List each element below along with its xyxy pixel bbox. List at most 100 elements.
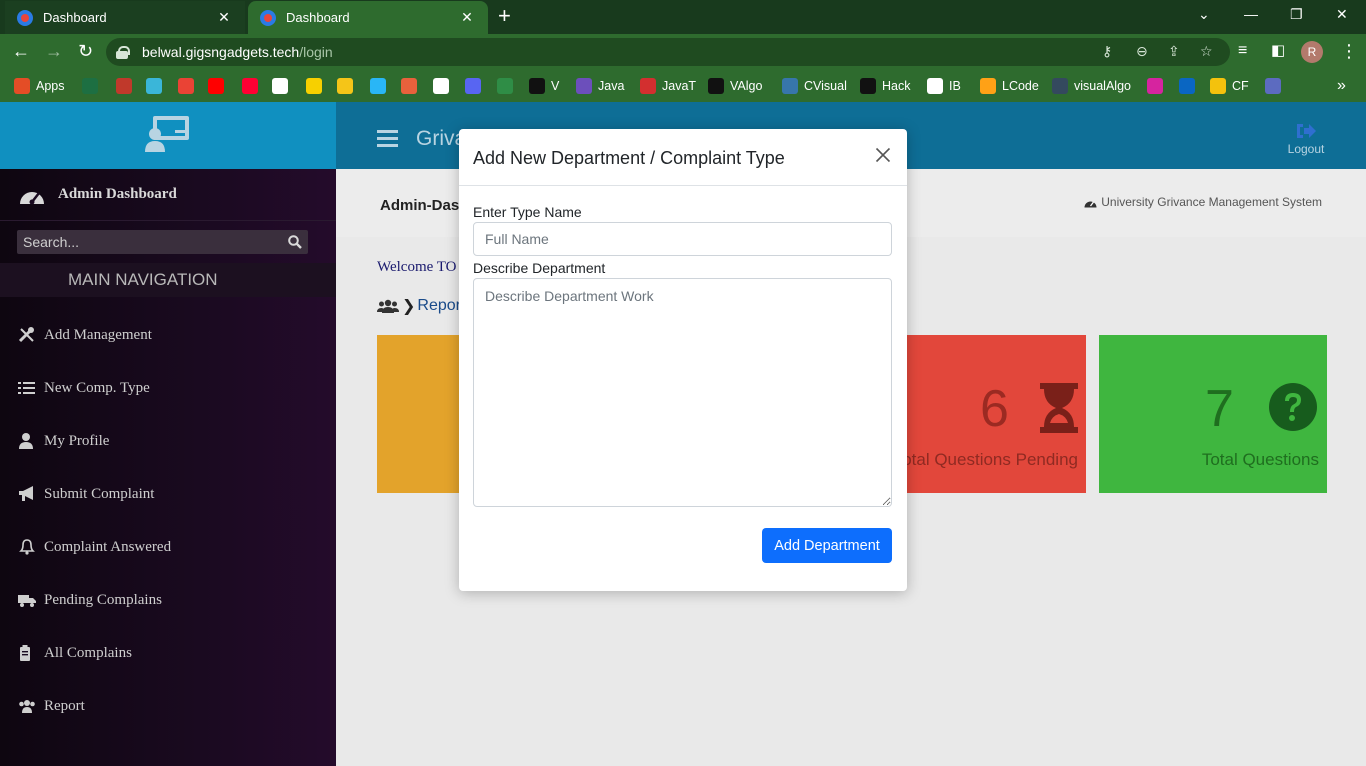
bookmark-10[interactable]: [370, 77, 386, 95]
bookmark-label: CVisual: [804, 79, 847, 93]
bookmark-14[interactable]: [497, 77, 513, 95]
reload-icon[interactable]: ↻: [78, 41, 93, 61]
bookmark-label: CF: [1232, 79, 1249, 93]
restore-icon[interactable]: ❐: [1290, 6, 1303, 23]
bookmark-2[interactable]: [116, 77, 132, 95]
description-textarea[interactable]: [473, 278, 892, 507]
bookmark-19[interactable]: CVisual: [782, 77, 847, 95]
browser-toolbar: ← → ↻ belwal.gigsngadgets.tech/login ⚷ ⊖…: [0, 34, 1366, 70]
modal-header: Add New Department / Complaint Type: [459, 129, 907, 186]
side-panel-icon[interactable]: ◧: [1271, 41, 1285, 61]
ib-icon: [927, 78, 943, 94]
youtube-icon: [208, 78, 224, 94]
add-department-modal: Add New Department / Complaint Type Ente…: [459, 129, 907, 591]
more-bookmarks-icon[interactable]: »: [1337, 77, 1346, 95]
forward-icon[interactable]: →: [45, 41, 63, 61]
hackerrank-icon: [860, 78, 876, 94]
code-icon: [401, 78, 417, 94]
bookmark-6[interactable]: [242, 77, 258, 95]
bookmark-misc-icon: [1265, 78, 1281, 94]
media-queue-icon[interactable]: ≡: [1238, 41, 1247, 61]
bookmark-12[interactable]: [433, 77, 449, 95]
share-icon[interactable]: ⇪: [1168, 43, 1180, 60]
bookmark-1[interactable]: [82, 77, 98, 95]
linkedin-icon: [1179, 78, 1195, 94]
bookmark-9[interactable]: [337, 77, 353, 95]
youtube-music-icon: [242, 78, 258, 94]
site-favicon-icon: [260, 9, 276, 26]
gmail-icon: [178, 78, 194, 94]
bookmark-label: IB: [949, 79, 961, 93]
bookmark-27[interactable]: [1265, 77, 1281, 95]
bookmark-21[interactable]: IB: [927, 77, 961, 95]
zoom-icon[interactable]: ⊖: [1136, 43, 1148, 60]
bookmark-11[interactable]: [401, 77, 417, 95]
bookmark-red-icon: [116, 78, 132, 94]
java-icon: [576, 78, 592, 94]
bookmark-15[interactable]: V: [529, 77, 559, 95]
bookmark-5[interactable]: [208, 77, 224, 95]
bookmark-label: VAlgo: [730, 79, 763, 93]
valgo-icon: [708, 78, 724, 94]
browser-tab-strip: Dashboard ✕ Dashboard ✕ + ⌄ — ❐ ✕: [0, 0, 1366, 34]
bookmark-13[interactable]: [465, 77, 481, 95]
site-favicon-icon: [17, 9, 33, 26]
bookmark-label: JavaT: [662, 79, 697, 93]
lock-icon[interactable]: [116, 46, 130, 59]
tab-search-chevron-icon[interactable]: ⌄: [1198, 6, 1210, 23]
bookmark-teal-icon: [146, 78, 162, 94]
excel-icon: [82, 78, 98, 94]
bookmark-label: visualAlgo: [1074, 79, 1131, 93]
back-icon[interactable]: ←: [12, 41, 30, 61]
bookmark-8[interactable]: [306, 77, 322, 95]
browser-tab-active[interactable]: Dashboard ✕: [248, 1, 488, 34]
bookmark-25[interactable]: [1179, 77, 1195, 95]
codeforces-icon: [1210, 78, 1226, 94]
bookmarks-bar: Apps V Java JavaT VAlgo CVisual Hack IB LCode vis…: [0, 70, 1366, 102]
leetcode-icon: [980, 78, 996, 94]
discord-icon: [465, 78, 481, 94]
bookmark-18[interactable]: VAlgo: [708, 77, 762, 95]
bookmark-16[interactable]: Java: [576, 77, 624, 95]
key-icon[interactable]: ⚷: [1102, 43, 1112, 60]
bookmark-0[interactable]: Apps: [14, 77, 65, 95]
bookmark-7[interactable]: [272, 77, 288, 95]
bookmark-4[interactable]: [178, 77, 194, 95]
type-name-input[interactable]: [473, 222, 892, 256]
p-icon: [337, 78, 353, 94]
address-bar[interactable]: belwal.gigsngadgets.tech/login ⚷ ⊖ ⇪ ☆: [106, 38, 1230, 66]
bookmark-17[interactable]: JavaT: [640, 77, 696, 95]
bookmark-22[interactable]: LCode: [980, 77, 1039, 95]
apps-grid-icon: [14, 78, 30, 94]
bookmark-star-icon[interactable]: ☆: [1200, 43, 1213, 60]
profile-avatar[interactable]: R: [1301, 41, 1323, 63]
tab-title: Dashboard: [43, 10, 107, 25]
modal-title: Add New Department / Complaint Type: [473, 148, 785, 168]
browser-tab[interactable]: Dashboard ✕: [5, 1, 245, 34]
tab-close-icon[interactable]: ✕: [215, 9, 233, 26]
bookmark-23[interactable]: visualAlgo: [1052, 77, 1131, 95]
new-tab-icon[interactable]: +: [498, 5, 511, 27]
browser-menu-icon[interactable]: ⋮: [1340, 41, 1358, 61]
javat-icon: [640, 78, 656, 94]
window-close-icon[interactable]: ✕: [1336, 6, 1348, 23]
tab-title: Dashboard: [286, 10, 350, 25]
type-name-label: Enter Type Name: [473, 204, 582, 220]
bookmark-label: Java: [598, 79, 625, 93]
bookmark-3[interactable]: [146, 77, 162, 95]
tab-close-icon[interactable]: ✕: [458, 9, 476, 26]
add-department-button[interactable]: Add Department: [762, 528, 892, 563]
bookmark-label: LCode: [1002, 79, 1039, 93]
description-label: Describe Department: [473, 260, 606, 276]
bookmark-26[interactable]: CF: [1210, 77, 1249, 95]
bookmark-20[interactable]: Hack: [860, 77, 910, 95]
bookmark-24[interactable]: [1147, 77, 1163, 95]
visualalgo-icon: [1052, 78, 1068, 94]
minimize-icon[interactable]: —: [1244, 6, 1258, 22]
bookmark-label: V: [551, 79, 560, 93]
bookmark-label: Hack: [882, 79, 911, 93]
arrow-bookmark-icon: [370, 78, 386, 94]
v-icon: [529, 78, 545, 94]
close-icon[interactable]: [875, 147, 891, 163]
github-icon: [433, 78, 449, 94]
